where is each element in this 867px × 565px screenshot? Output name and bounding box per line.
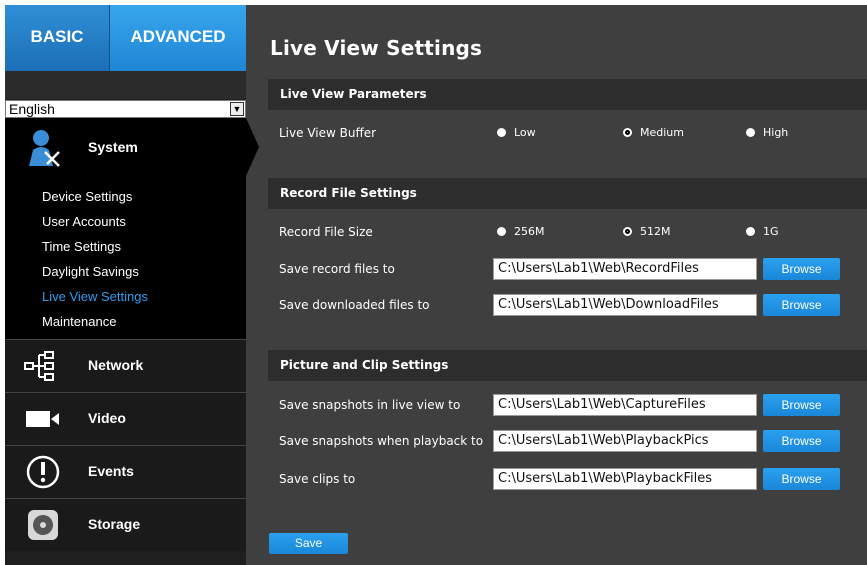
- record-file-size-label: Record File Size: [279, 225, 373, 239]
- submenu-maintenance[interactable]: Maintenance: [42, 314, 116, 329]
- save-record-files-label: Save record files to: [279, 262, 395, 276]
- radio-label: High: [763, 126, 789, 139]
- radio-label: 512M: [640, 225, 671, 238]
- browse-snapshot-playback-button[interactable]: Browse: [763, 430, 840, 452]
- radio-size-256m[interactable]: 256M: [497, 225, 545, 238]
- system-tools-icon: [29, 130, 60, 167]
- radio-buffer-medium[interactable]: Medium: [623, 126, 684, 139]
- app-frame: BASIC ADVANCED English ▼ System Device S…: [5, 5, 867, 565]
- nav-storage[interactable]: Storage: [5, 498, 246, 551]
- browse-clips-button[interactable]: Browse: [763, 468, 840, 490]
- nav-storage-label: Storage: [88, 516, 141, 532]
- radio-label: 1G: [763, 225, 779, 238]
- browse-record-button[interactable]: Browse: [763, 258, 840, 280]
- radio-label: Low: [514, 126, 536, 139]
- submenu-time-settings[interactable]: Time Settings: [42, 239, 121, 254]
- save-snapshots-live-label: Save snapshots in live view to: [279, 398, 461, 412]
- main-content: Live View Settings Live View Parameters …: [246, 5, 867, 565]
- section-record-file-settings: Record File Settings: [268, 178, 867, 209]
- system-submenu: Device Settings User Accounts Time Setti…: [5, 176, 246, 339]
- save-downloaded-files-label: Save downloaded files to: [279, 298, 430, 312]
- submenu-live-view-settings[interactable]: Live View Settings: [42, 289, 148, 304]
- radio-label: 256M: [514, 225, 545, 238]
- nav-system-label: System: [88, 139, 138, 155]
- language-select[interactable]: English ▼: [5, 100, 246, 118]
- radio-buffer-high[interactable]: High: [746, 126, 788, 139]
- tab-basic[interactable]: BASIC: [5, 5, 110, 71]
- nav-network-label: Network: [88, 357, 144, 373]
- radio-dot-selected: [623, 227, 632, 236]
- tab-advanced[interactable]: ADVANCED: [110, 5, 246, 71]
- alert-icon: [26, 455, 60, 489]
- download-path-field[interactable]: C:\Users\Lab1\Web\DownloadFiles: [493, 294, 757, 316]
- section-picture-clip-settings: Picture and Clip Settings: [268, 350, 867, 381]
- save-button[interactable]: Save: [269, 533, 348, 554]
- nav-video[interactable]: Video: [5, 392, 246, 445]
- radio-label: Medium: [640, 126, 684, 139]
- snapshot-playback-path-field[interactable]: C:\Users\Lab1\Web\PlaybackPics: [493, 430, 757, 452]
- section-live-view-parameters: Live View Parameters: [268, 79, 867, 110]
- video-camera-icon: [26, 411, 59, 427]
- radio-buffer-low[interactable]: Low: [497, 126, 536, 139]
- language-selected: English: [9, 101, 55, 117]
- save-clips-label: Save clips to: [279, 472, 356, 486]
- snapshot-live-path-field[interactable]: C:\Users\Lab1\Web\CaptureFiles: [493, 394, 757, 416]
- chevron-down-icon: ▼: [230, 102, 244, 116]
- submenu-user-accounts[interactable]: User Accounts: [42, 214, 126, 229]
- record-path-field[interactable]: C:\Users\Lab1\Web\RecordFiles: [493, 258, 757, 280]
- clips-path-field[interactable]: C:\Users\Lab1\Web\PlaybackFiles: [493, 468, 757, 490]
- browse-snapshot-live-button[interactable]: Browse: [763, 394, 840, 416]
- page-title: Live View Settings: [270, 36, 483, 60]
- storage-disk-icon: [28, 510, 58, 540]
- browse-download-button[interactable]: Browse: [763, 294, 840, 316]
- nav-system[interactable]: System: [5, 118, 259, 176]
- submenu-device-settings[interactable]: Device Settings: [42, 189, 132, 204]
- radio-dot: [746, 128, 755, 137]
- live-view-buffer-label: Live View Buffer: [279, 126, 377, 140]
- radio-size-512m[interactable]: 512M: [623, 225, 671, 238]
- submenu-daylight-savings[interactable]: Daylight Savings: [42, 264, 139, 279]
- radio-dot: [746, 227, 755, 236]
- nav-network[interactable]: Network: [5, 339, 246, 392]
- radio-dot: [497, 128, 506, 137]
- radio-dot: [497, 227, 506, 236]
- radio-size-1g[interactable]: 1G: [746, 225, 779, 238]
- nav-video-label: Video: [88, 410, 126, 426]
- nav-events[interactable]: Events: [5, 445, 246, 498]
- sidebar: BASIC ADVANCED English ▼ System Device S…: [5, 5, 259, 565]
- radio-dot-selected: [623, 128, 632, 137]
- language-area: [5, 71, 246, 99]
- nav-events-label: Events: [88, 463, 134, 479]
- network-icon: [24, 351, 54, 381]
- save-snapshots-playback-label: Save snapshots when playback to: [279, 434, 484, 448]
